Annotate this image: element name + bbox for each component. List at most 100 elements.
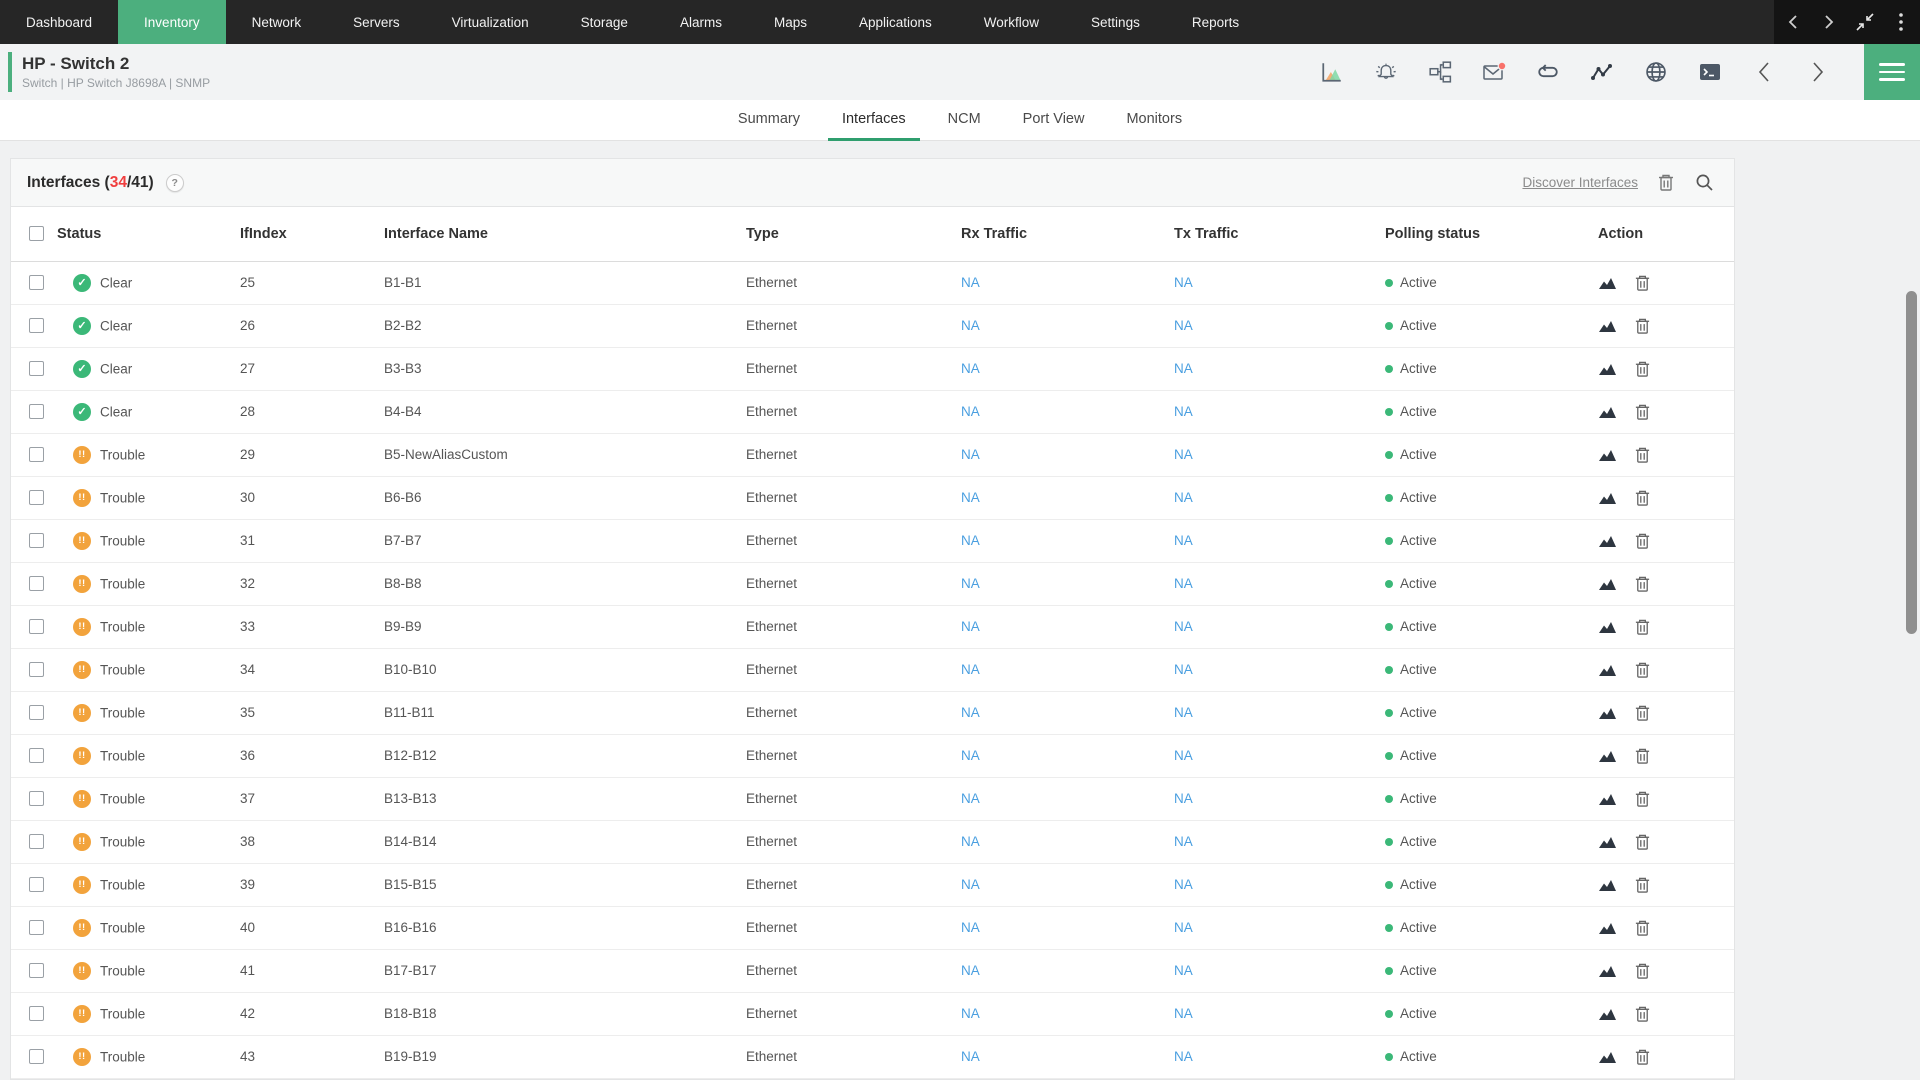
nav-item-applications[interactable]: Applications bbox=[833, 0, 958, 44]
nav-item-network[interactable]: Network bbox=[226, 0, 328, 44]
delete-interface-icon[interactable] bbox=[1634, 919, 1651, 937]
traffic-graph-icon[interactable] bbox=[1598, 576, 1617, 591]
row-checkbox[interactable] bbox=[29, 318, 44, 333]
globe-icon[interactable] bbox=[1644, 60, 1668, 84]
traffic-graph-icon[interactable] bbox=[1598, 791, 1617, 806]
scrollbar-thumb[interactable] bbox=[1906, 291, 1917, 634]
traffic-graph-icon[interactable] bbox=[1598, 619, 1617, 634]
vertical-scrollbar[interactable] bbox=[1906, 289, 1918, 1080]
row-checkbox[interactable] bbox=[29, 447, 44, 462]
row-checkbox[interactable] bbox=[29, 748, 44, 763]
tab-ncm[interactable]: NCM bbox=[934, 100, 995, 141]
traffic-graph-icon[interactable] bbox=[1598, 705, 1617, 720]
rx-traffic-link[interactable]: NA bbox=[961, 920, 980, 935]
search-icon[interactable] bbox=[1694, 173, 1714, 193]
nav-item-servers[interactable]: Servers bbox=[327, 0, 426, 44]
collapse-fullscreen-icon[interactable] bbox=[1854, 11, 1876, 33]
row-checkbox[interactable] bbox=[29, 533, 44, 548]
rx-traffic-link[interactable]: NA bbox=[961, 834, 980, 849]
delete-interface-icon[interactable] bbox=[1634, 1005, 1651, 1023]
delete-interface-icon[interactable] bbox=[1634, 317, 1651, 335]
select-all-checkbox[interactable] bbox=[29, 226, 44, 241]
traffic-graph-icon[interactable] bbox=[1598, 920, 1617, 935]
rx-traffic-link[interactable]: NA bbox=[961, 275, 980, 290]
row-checkbox[interactable] bbox=[29, 834, 44, 849]
column-header-action[interactable]: Action bbox=[1598, 207, 1734, 261]
delete-interface-icon[interactable] bbox=[1634, 403, 1651, 421]
row-checkbox[interactable] bbox=[29, 791, 44, 806]
delete-interface-icon[interactable] bbox=[1634, 661, 1651, 679]
tx-traffic-link[interactable]: NA bbox=[1174, 834, 1193, 849]
tx-traffic-link[interactable]: NA bbox=[1174, 791, 1193, 806]
delete-interface-icon[interactable] bbox=[1634, 618, 1651, 636]
rx-traffic-link[interactable]: NA bbox=[961, 705, 980, 720]
tx-traffic-link[interactable]: NA bbox=[1174, 963, 1193, 978]
help-icon[interactable]: ? bbox=[166, 174, 184, 192]
column-header-tx-traffic[interactable]: Tx Traffic bbox=[1174, 207, 1385, 261]
tx-traffic-link[interactable]: NA bbox=[1174, 576, 1193, 591]
bulk-delete-icon[interactable] bbox=[1656, 173, 1676, 193]
traffic-graph-icon[interactable] bbox=[1598, 490, 1617, 505]
tx-traffic-link[interactable]: NA bbox=[1174, 1049, 1193, 1064]
rx-traffic-link[interactable]: NA bbox=[961, 963, 980, 978]
row-checkbox[interactable] bbox=[29, 490, 44, 505]
traffic-graph-icon[interactable] bbox=[1598, 361, 1617, 376]
rx-traffic-link[interactable]: NA bbox=[961, 877, 980, 892]
mail-icon[interactable] bbox=[1482, 60, 1506, 84]
delete-interface-icon[interactable] bbox=[1634, 790, 1651, 808]
column-header-ifindex[interactable]: IfIndex bbox=[240, 207, 384, 261]
tx-traffic-link[interactable]: NA bbox=[1174, 1006, 1193, 1021]
row-checkbox[interactable] bbox=[29, 1049, 44, 1064]
row-checkbox[interactable] bbox=[29, 404, 44, 419]
terminal-icon[interactable] bbox=[1698, 60, 1722, 84]
traffic-graph-icon[interactable] bbox=[1598, 533, 1617, 548]
nav-item-alarms[interactable]: Alarms bbox=[654, 0, 748, 44]
delete-interface-icon[interactable] bbox=[1634, 876, 1651, 894]
tx-traffic-link[interactable]: NA bbox=[1174, 662, 1193, 677]
nav-item-dashboard[interactable]: Dashboard bbox=[0, 0, 118, 44]
tx-traffic-link[interactable]: NA bbox=[1174, 877, 1193, 892]
traffic-graph-icon[interactable] bbox=[1598, 963, 1617, 978]
traffic-graph-icon[interactable] bbox=[1598, 447, 1617, 462]
rx-traffic-link[interactable]: NA bbox=[961, 447, 980, 462]
tx-traffic-link[interactable]: NA bbox=[1174, 490, 1193, 505]
rx-traffic-link[interactable]: NA bbox=[961, 533, 980, 548]
delete-interface-icon[interactable] bbox=[1634, 446, 1651, 464]
row-checkbox[interactable] bbox=[29, 361, 44, 376]
discover-interfaces-link[interactable]: Discover Interfaces bbox=[1522, 175, 1638, 190]
column-header-rx-traffic[interactable]: Rx Traffic bbox=[961, 207, 1174, 261]
rx-traffic-link[interactable]: NA bbox=[961, 791, 980, 806]
tab-monitors[interactable]: Monitors bbox=[1112, 100, 1196, 141]
traffic-graph-icon[interactable] bbox=[1598, 404, 1617, 419]
tab-port-view[interactable]: Port View bbox=[1009, 100, 1099, 141]
rx-traffic-link[interactable]: NA bbox=[961, 1006, 980, 1021]
traffic-graph-icon[interactable] bbox=[1598, 877, 1617, 892]
rx-traffic-link[interactable]: NA bbox=[961, 404, 980, 419]
delete-interface-icon[interactable] bbox=[1634, 833, 1651, 851]
column-header-status[interactable]: Status bbox=[55, 207, 240, 261]
row-checkbox[interactable] bbox=[29, 619, 44, 634]
nav-item-workflow[interactable]: Workflow bbox=[958, 0, 1065, 44]
rx-traffic-link[interactable]: NA bbox=[961, 361, 980, 376]
traffic-graph-icon[interactable] bbox=[1598, 662, 1617, 677]
workflow-icon[interactable] bbox=[1428, 60, 1452, 84]
header-chevron-right-icon[interactable] bbox=[1806, 60, 1830, 84]
traffic-graph-icon[interactable] bbox=[1598, 1049, 1617, 1064]
tx-traffic-link[interactable]: NA bbox=[1174, 920, 1193, 935]
row-checkbox[interactable] bbox=[29, 963, 44, 978]
delete-interface-icon[interactable] bbox=[1634, 274, 1651, 292]
nav-item-storage[interactable]: Storage bbox=[555, 0, 654, 44]
rx-traffic-link[interactable]: NA bbox=[961, 619, 980, 634]
nav-item-reports[interactable]: Reports bbox=[1166, 0, 1265, 44]
performance-chart-icon[interactable] bbox=[1320, 60, 1344, 84]
nav-chevron-right-icon[interactable] bbox=[1818, 11, 1840, 33]
delete-interface-icon[interactable] bbox=[1634, 747, 1651, 765]
tx-traffic-link[interactable]: NA bbox=[1174, 361, 1193, 376]
traffic-graph-icon[interactable] bbox=[1598, 1006, 1617, 1021]
traffic-graph-icon[interactable] bbox=[1598, 834, 1617, 849]
traffic-graph-icon[interactable] bbox=[1598, 275, 1617, 290]
row-checkbox[interactable] bbox=[29, 1006, 44, 1021]
rx-traffic-link[interactable]: NA bbox=[961, 1049, 980, 1064]
traffic-pulse-icon[interactable] bbox=[1590, 60, 1614, 84]
tx-traffic-link[interactable]: NA bbox=[1174, 318, 1193, 333]
